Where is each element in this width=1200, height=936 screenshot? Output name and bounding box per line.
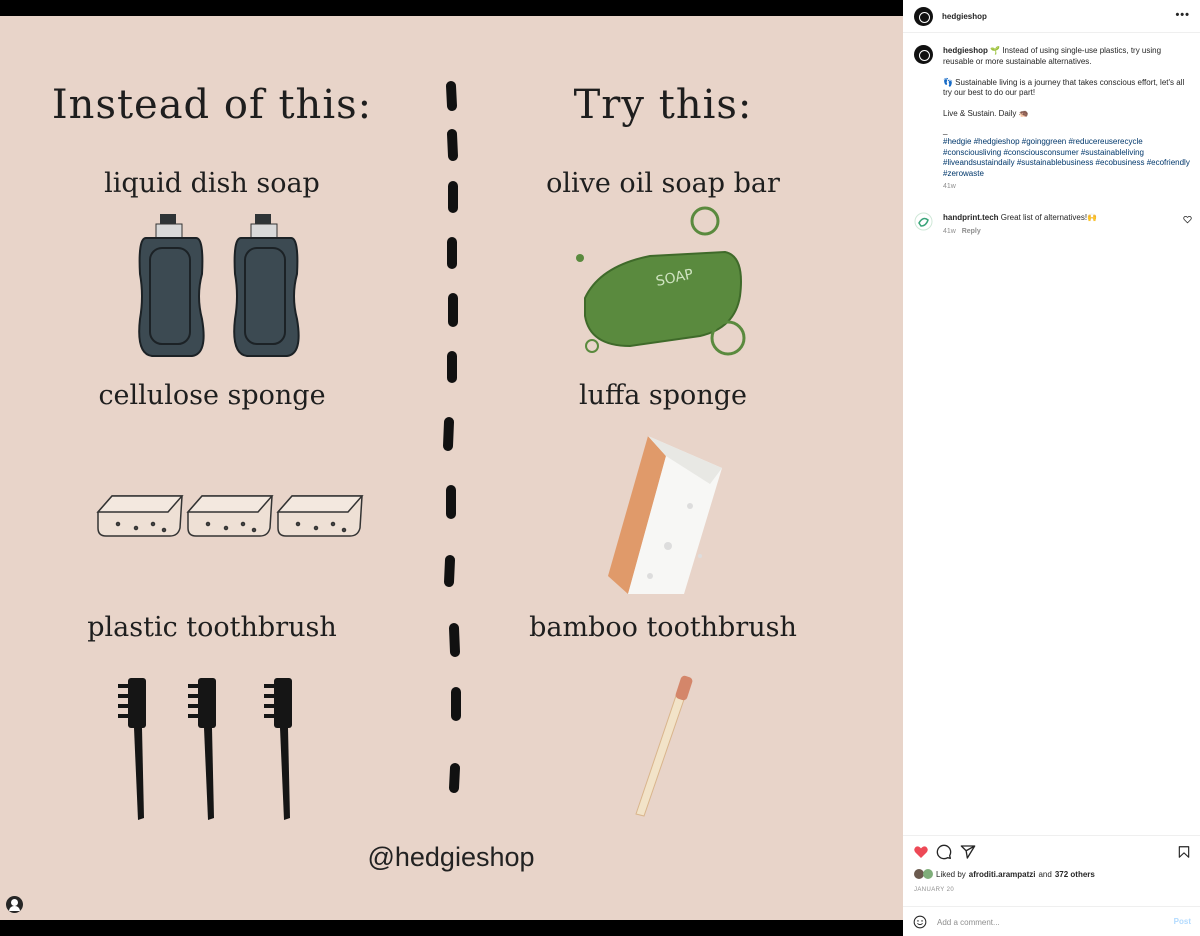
comment-reply-button[interactable]: Reply	[962, 228, 981, 235]
liker-avatar[interactable]	[923, 869, 933, 879]
likes-others[interactable]: 372 others	[1055, 870, 1095, 879]
commenter-avatar[interactable]	[914, 212, 933, 231]
like-heart-icon[interactable]	[913, 844, 929, 860]
emoji-icon[interactable]	[913, 915, 927, 929]
header-username[interactable]: hedgieshop	[942, 12, 987, 21]
liker-username[interactable]: afroditi.arampatzi	[969, 870, 1036, 879]
post-actions: Liked by afroditi.arampatzi and 372 othe…	[903, 835, 1200, 936]
caption-line-2: 👣 Sustainable living is a journey that t…	[943, 77, 1185, 98]
comment-like-heart-icon[interactable]	[1183, 215, 1192, 224]
comment-username[interactable]: handprint.tech	[943, 213, 999, 222]
share-icon[interactable]	[960, 844, 976, 860]
caption-line-3: Live & Sustain. Daily 🦔	[943, 109, 1029, 119]
instagram-post-view: Instead of this: Try this: liquid dish s…	[0, 0, 1200, 936]
save-bookmark-icon[interactable]	[1177, 844, 1191, 860]
user-tag-icon[interactable]	[6, 896, 23, 913]
comment-icon[interactable]	[936, 844, 952, 860]
likes-and: and	[1038, 869, 1052, 879]
caption-hashtags[interactable]: #hedgie #hedgieshop #goinggreen #reducer…	[943, 137, 1193, 180]
caption-time: 41w	[943, 182, 956, 190]
caption-avatar[interactable]	[914, 45, 933, 64]
bamboo-toothbrush	[635, 675, 693, 817]
illustrations: SOAP	[96, 81, 746, 820]
header-avatar[interactable]	[914, 7, 933, 26]
likes-summary: Liked by afroditi.arampatzi and 372 othe…	[914, 869, 1095, 879]
comment-input[interactable]	[937, 915, 1157, 929]
dish-soap-bottles	[138, 214, 300, 357]
post-sidebar: hedgieshop ••• hedgieshop 🌱 Instead of u…	[903, 0, 1200, 936]
more-options-button[interactable]: •••	[1175, 9, 1190, 21]
media-area: Instead of this: Try this: liquid dish s…	[0, 0, 903, 936]
plastic-toothbrushes	[118, 678, 292, 820]
add-comment-bar: Post	[903, 906, 1200, 936]
caption-separator: _	[943, 125, 948, 135]
likes-prefix: Liked by	[936, 869, 966, 879]
post-image[interactable]: Instead of this: Try this: liquid dish s…	[0, 16, 903, 920]
comment-time: 41w	[943, 228, 956, 235]
post-comment-button[interactable]: Post	[1174, 917, 1191, 926]
post-header: hedgieshop •••	[903, 0, 1200, 33]
dashed-divider	[443, 81, 461, 793]
comment-text: Great list of alternatives!🙌	[1000, 213, 1098, 222]
comment: handprint.tech Great list of alternative…	[943, 212, 1183, 237]
soap-bar: SOAP	[576, 206, 746, 356]
luffa-sponge	[608, 436, 722, 594]
caption: hedgieshop 🌱 Instead of using single-use…	[943, 46, 1193, 193]
image-handle-text: @hedgieshop	[367, 842, 535, 872]
post-date: JANUARY 20	[914, 887, 955, 893]
caption-username[interactable]: hedgieshop	[943, 46, 988, 55]
cellulose-sponges	[96, 495, 364, 537]
